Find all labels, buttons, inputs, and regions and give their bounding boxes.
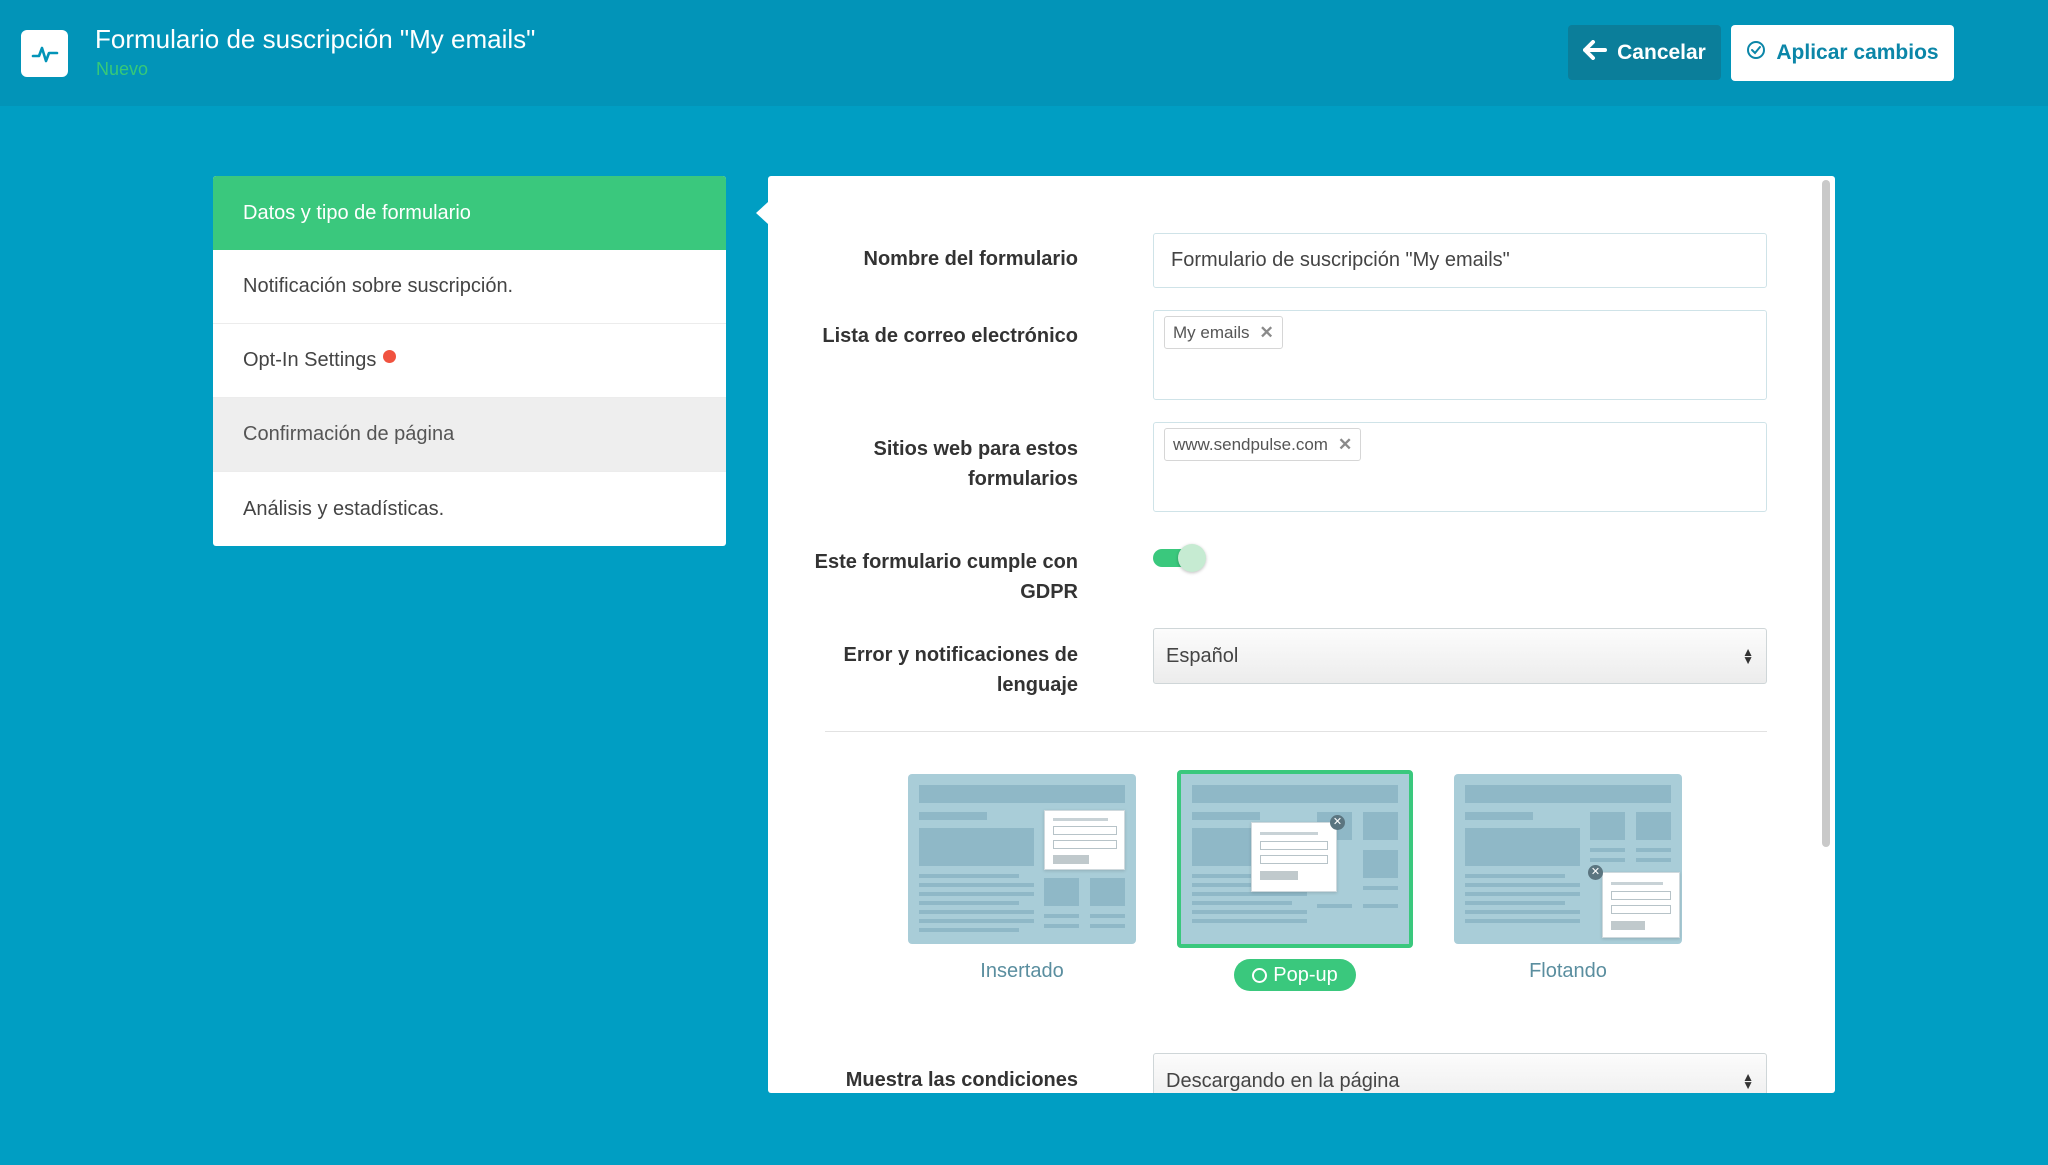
panel-scrollbar[interactable] bbox=[1822, 180, 1830, 847]
sidebar-item-analytics[interactable]: Análisis y estadísticas. bbox=[213, 472, 726, 546]
active-pointer bbox=[756, 202, 768, 224]
tag-label: My emails bbox=[1173, 322, 1250, 342]
remove-tag-icon[interactable]: ✕ bbox=[1260, 323, 1274, 343]
floating-close-icon: ✕ bbox=[1588, 865, 1603, 880]
tag-label: www.sendpulse.com bbox=[1173, 434, 1328, 454]
language-select[interactable]: Español ▲ ▼ bbox=[1153, 628, 1767, 684]
conditions-value: Descargando en la página bbox=[1166, 1069, 1400, 1092]
sidebar-item-label: Datos y tipo de formulario bbox=[243, 201, 471, 224]
page-title: Formulario de suscripción "My emails" bbox=[95, 24, 536, 54]
form-type-floating-label[interactable]: Flotando bbox=[1454, 960, 1682, 983]
popup-close-icon: ✕ bbox=[1330, 815, 1345, 830]
sidebar-item-page-confirmation[interactable]: Confirmación de página bbox=[213, 398, 726, 472]
select-arrows-icon: ▲ ▼ bbox=[1742, 1070, 1754, 1092]
websites-input[interactable]: www.sendpulse.com ✕ bbox=[1153, 422, 1767, 512]
form-type-floating-card[interactable]: ✕ bbox=[1454, 774, 1682, 944]
sidebar-item-subscription-notification[interactable]: Notificación sobre suscripción. bbox=[213, 250, 726, 324]
top-bar: Formulario de suscripción "My emails" Nu… bbox=[0, 0, 2048, 106]
apply-changes-button[interactable]: Aplicar cambios bbox=[1731, 25, 1954, 81]
sidebar-item-opt-in-settings[interactable]: Opt-In Settings bbox=[213, 324, 726, 398]
remove-tag-icon[interactable]: ✕ bbox=[1338, 435, 1352, 455]
status-label: Nuevo bbox=[96, 59, 149, 79]
sidebar-item-label: Notificación sobre suscripción. bbox=[243, 275, 514, 297]
selected-ring-icon bbox=[1252, 967, 1268, 983]
form-type-popup-label[interactable]: Pop-up bbox=[1234, 959, 1356, 991]
mailing-list-input[interactable]: My emails ✕ bbox=[1153, 310, 1767, 400]
form-type-embedded-card[interactable] bbox=[908, 774, 1136, 944]
form-name-label: Nombre del formulario bbox=[863, 248, 1078, 270]
arrow-left-icon bbox=[1583, 39, 1608, 66]
toggle-knob bbox=[1178, 544, 1206, 572]
gdpr-label: Este formulario cumple con GDPR bbox=[814, 551, 1078, 603]
conditions-select[interactable]: Descargando en la página ▲ ▼ bbox=[1153, 1053, 1767, 1093]
form-name-input[interactable]: Formulario de suscripción "My emails" bbox=[1153, 233, 1767, 288]
form-settings-panel: Nombre del formulario Formulario de susc… bbox=[768, 176, 1835, 1093]
conditions-label: Muestra las condiciones bbox=[845, 1069, 1078, 1091]
cancel-button[interactable]: Cancelar bbox=[1568, 25, 1721, 80]
sidebar-item-label: Confirmación de página bbox=[243, 423, 455, 445]
language-label: Error y notificaciones de lenguaje bbox=[843, 644, 1078, 696]
websites-label: Sitios web para estos formularios bbox=[873, 438, 1078, 490]
form-type-popup-card[interactable]: ✕ bbox=[1177, 770, 1413, 948]
language-value: Español bbox=[1166, 644, 1239, 667]
alert-dot bbox=[383, 350, 397, 363]
sidebar-item-form-data[interactable]: Datos y tipo de formulario bbox=[213, 176, 726, 250]
mailing-list-label: Lista de correo electrónico bbox=[822, 325, 1078, 347]
sidebar-item-label: Opt-In Settings bbox=[243, 349, 377, 371]
website-tag: www.sendpulse.com ✕ bbox=[1164, 428, 1362, 461]
popup-label-text: Pop-up bbox=[1273, 963, 1338, 986]
cancel-label: Cancelar bbox=[1617, 40, 1706, 64]
form-type-embedded-label[interactable]: Insertado bbox=[908, 960, 1136, 983]
check-circle-icon bbox=[1746, 40, 1766, 66]
mailing-list-tag: My emails ✕ bbox=[1164, 316, 1283, 349]
pulse-logo-icon[interactable] bbox=[21, 30, 68, 77]
apply-label: Aplicar cambios bbox=[1776, 41, 1939, 64]
sidebar-item-label: Análisis y estadísticas. bbox=[243, 497, 445, 520]
settings-sidebar: Datos y tipo de formulario Notificación … bbox=[213, 176, 726, 546]
gdpr-toggle[interactable] bbox=[1153, 544, 1206, 572]
section-divider bbox=[825, 731, 1767, 732]
select-arrows-icon: ▲ ▼ bbox=[1742, 645, 1754, 667]
